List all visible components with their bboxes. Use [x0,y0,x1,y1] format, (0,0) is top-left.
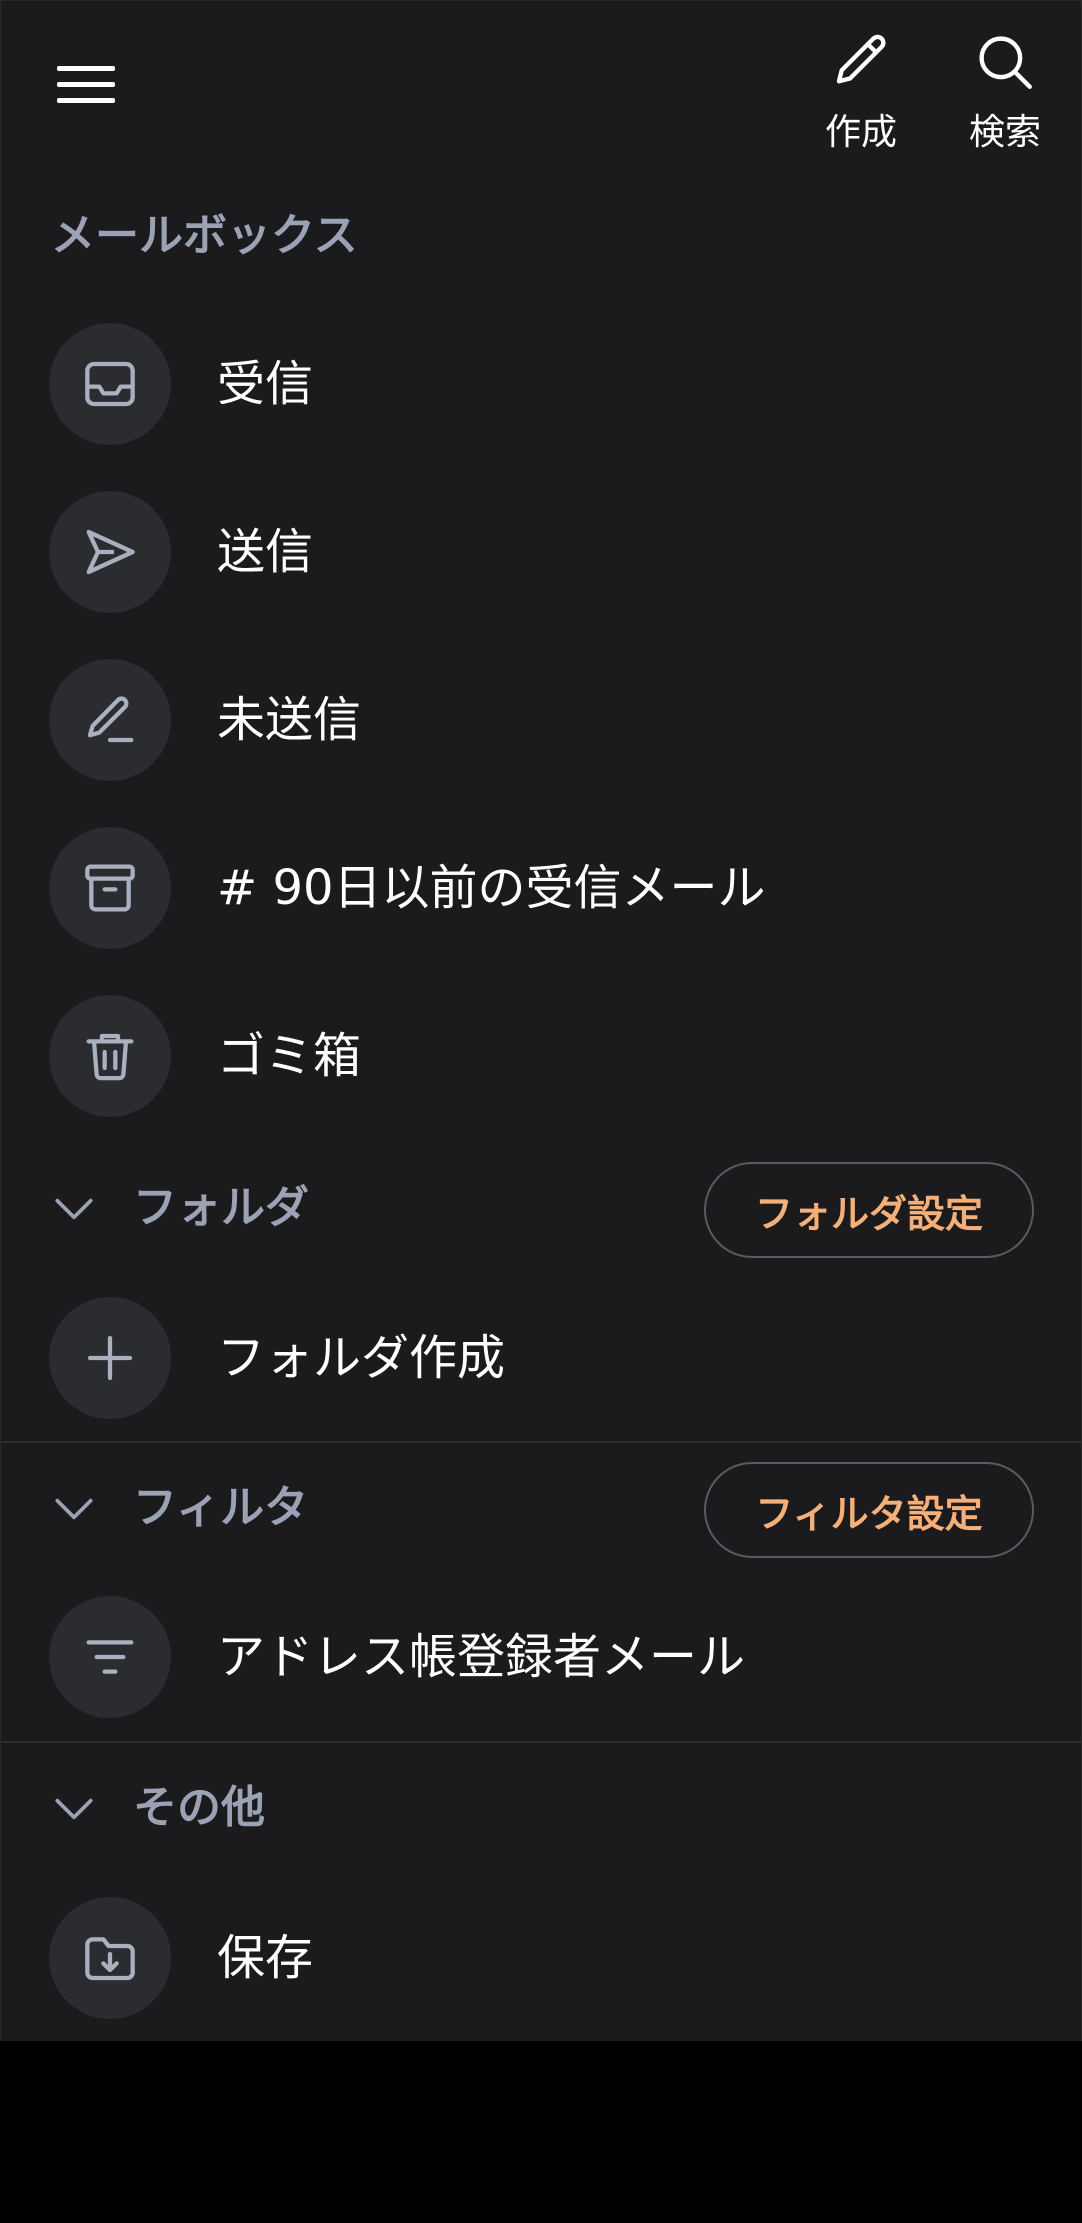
archive-icon [85,864,135,912]
mailbox-item-label: 送信 [217,524,314,580]
divider [1,1741,1082,1743]
inbox-icon-wrap [49,323,171,445]
filters-group-header: フィルタ フィルタ設定 [1,1458,1082,1558]
save-item[interactable]: 保存 [1,1897,1082,2019]
mailbox-item-label: ゴミ箱 [217,1028,362,1084]
plus-icon [87,1335,133,1381]
search-button[interactable]: 検索 [955,29,1055,159]
mailbox-section-title: メールボックス [51,210,358,261]
folder-download-icon [85,1937,135,1981]
send-icon-wrap [49,491,171,613]
draft-icon-wrap [49,659,171,781]
folders-group-header: フォルダ フォルダ設定 [1,1158,1082,1258]
folder-settings-button[interactable]: フォルダ設定 [704,1162,1034,1258]
chevron-down-icon[interactable] [49,1484,99,1534]
mailbox-item-sent[interactable]: 送信 [1,491,1082,613]
mailbox-item-label: 受信 [217,356,314,412]
filter-settings-button[interactable]: フィルタ設定 [704,1462,1034,1558]
send-icon [86,529,135,575]
plus-icon-wrap [49,1297,171,1419]
draft-icon [87,696,134,743]
inbox-icon [85,361,135,407]
mailbox-item-archive[interactable]: # 90日以前の受信メール [1,827,1082,949]
mailbox-item-drafts[interactable]: 未送信 [1,659,1082,781]
search-icon [979,36,1032,89]
filter-icon [86,1640,134,1674]
mailbox-item-label: # 90日以前の受信メール [217,860,766,916]
trash-icon-wrap [49,995,171,1117]
compose-button[interactable]: 作成 [811,29,911,159]
filter-item[interactable]: アドレス帳登録者メール [1,1596,1082,1718]
others-group-header: その他 [1,1758,1082,1858]
divider [1,1441,1082,1443]
pencil-icon [836,34,886,84]
mailbox-item-trash[interactable]: ゴミ箱 [1,995,1082,1117]
mail-drawer: 作成 検索 メールボックス 受信 送信 未送信 # 90日以前の受信メール ゴミ… [0,0,1082,2041]
mailbox-item-inbox[interactable]: 受信 [1,323,1082,445]
filters-title: フィルタ [133,1482,309,1533]
archive-icon-wrap [49,827,171,949]
top-bar: 作成 検索 [1,1,1082,171]
save-item-label: 保存 [217,1930,314,1986]
trash-icon [86,1033,134,1081]
compose-label: 作成 [824,112,897,153]
others-title: その他 [133,1782,265,1833]
folders-title: フォルダ [133,1182,309,1233]
mailbox-item-label: 未送信 [217,692,362,748]
folder-create-item[interactable]: フォルダ作成 [1,1297,1082,1419]
chevron-down-icon[interactable] [49,1784,99,1834]
chevron-down-icon[interactable] [49,1184,99,1234]
folder-item-label: フォルダ作成 [217,1330,506,1386]
menu-icon[interactable] [47,51,125,117]
search-label: 検索 [968,112,1041,153]
folder-download-icon-wrap [49,1897,171,2019]
filter-icon-wrap [49,1596,171,1718]
filter-item-label: アドレス帳登録者メール [217,1629,746,1685]
